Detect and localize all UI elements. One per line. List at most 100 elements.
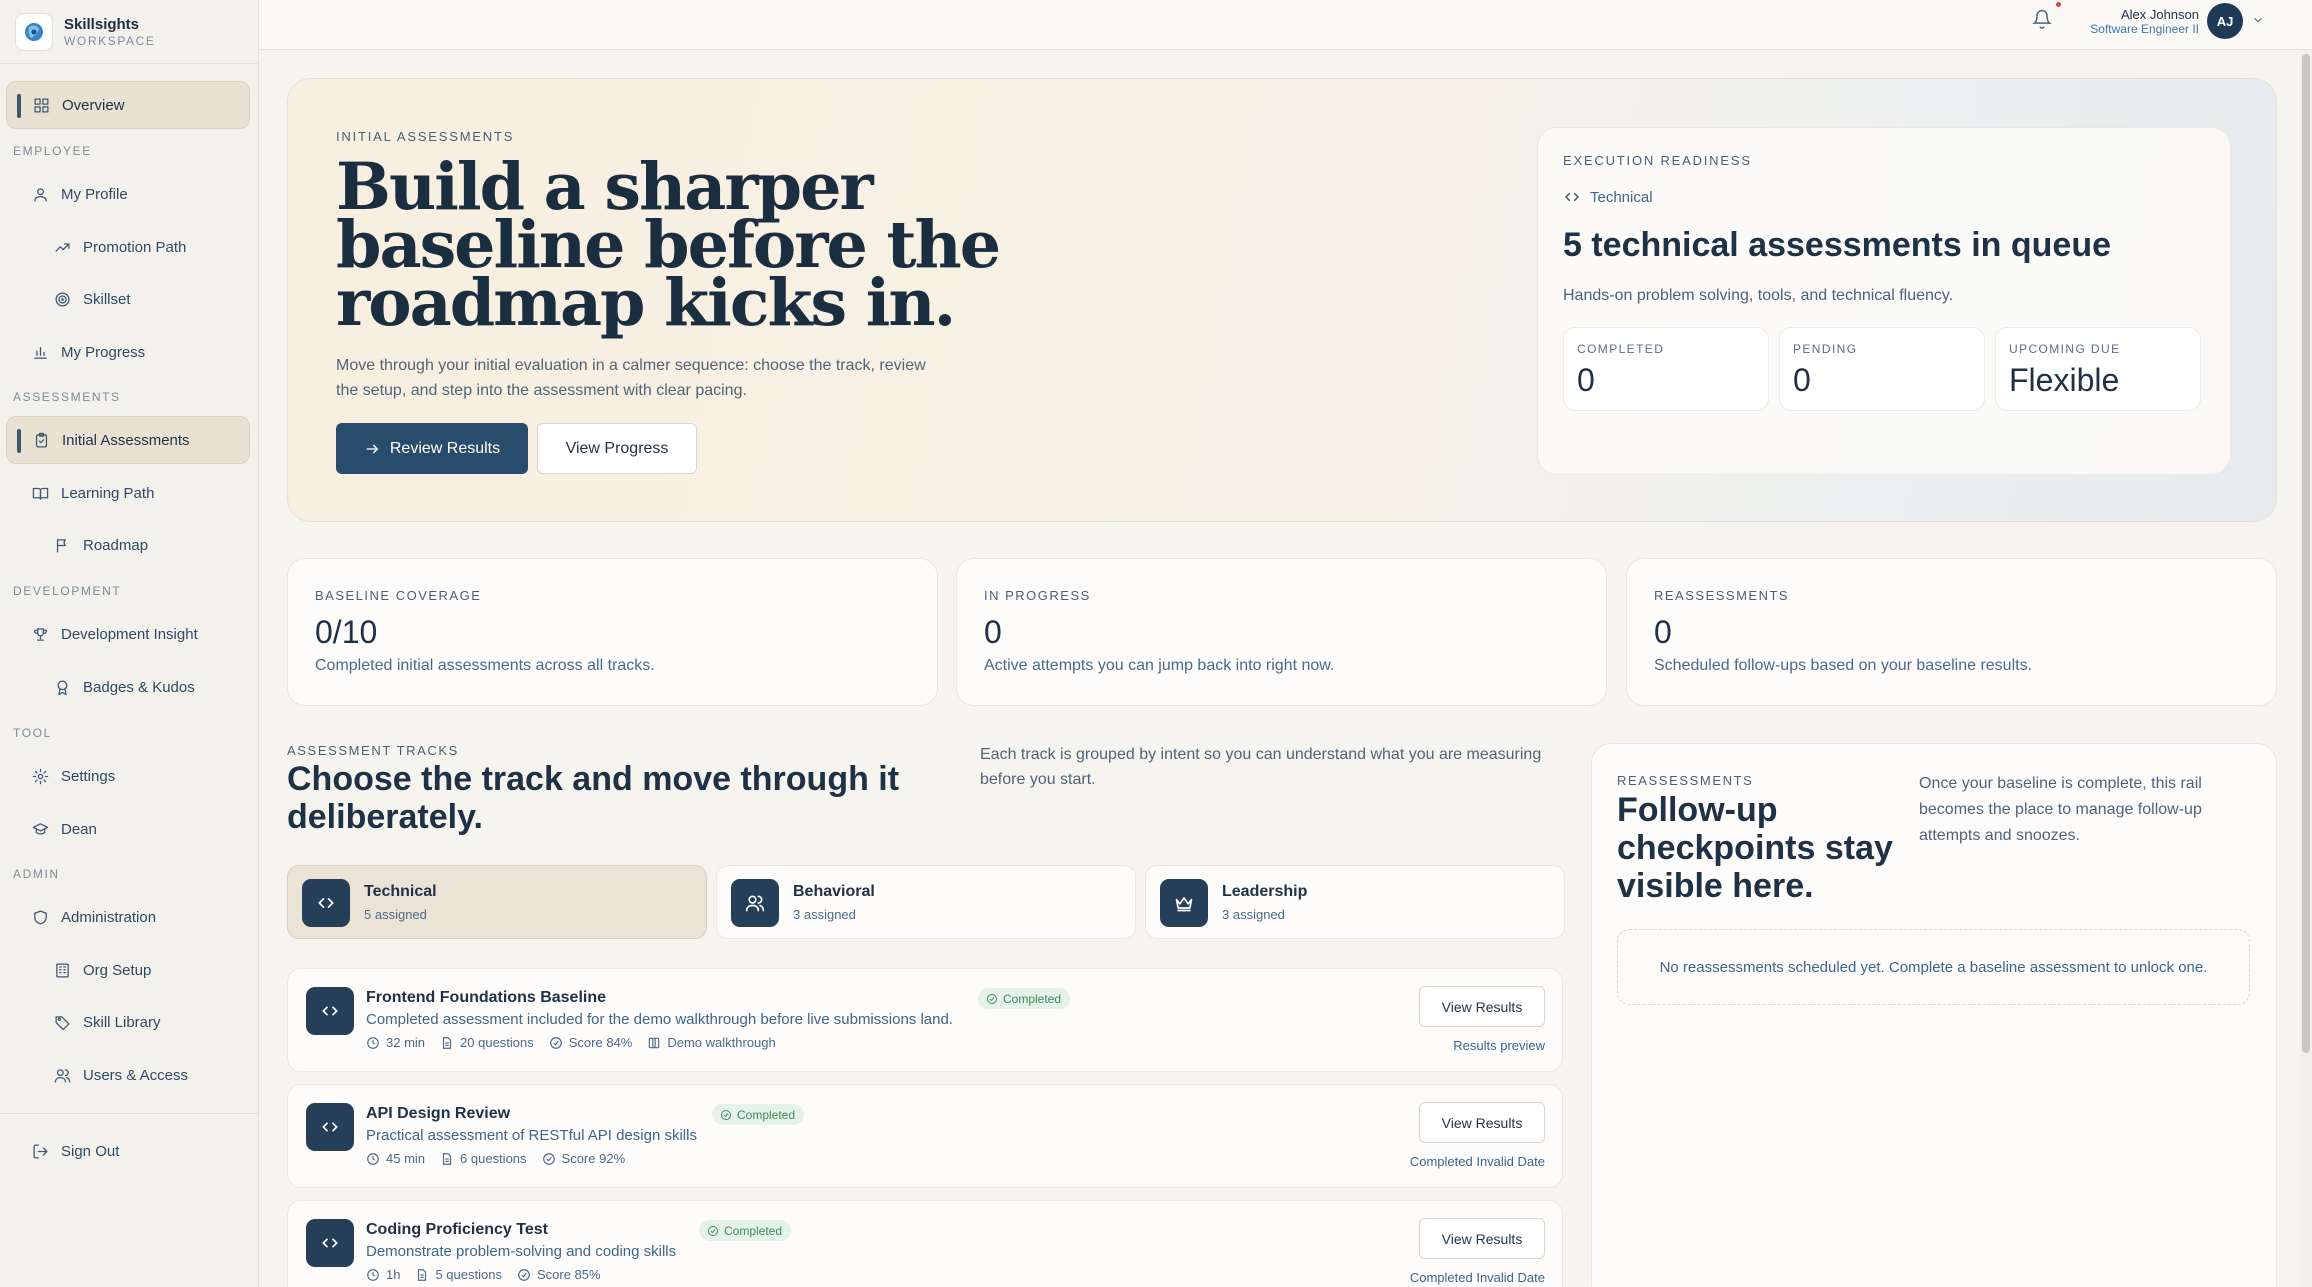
assessment-card: Frontend Foundations Baseline Completed … <box>287 968 1563 1072</box>
score: Score 92% <box>561 1151 626 1166</box>
stat-label: BASELINE COVERAGE <box>315 588 482 603</box>
nav-my-profile[interactable]: My Profile <box>32 172 128 216</box>
review-results-button[interactable]: Review Results <box>336 423 528 474</box>
chevron-down-icon <box>2254 17 2262 23</box>
page-title: Build a sharper baseline before the road… <box>336 149 1001 341</box>
stat-value: 0 <box>984 614 1002 650</box>
nav-roadmap[interactable]: Roadmap <box>54 523 148 567</box>
assessment-meta: 45 min 6 questions Score 92% <box>366 1151 640 1166</box>
baseline-coverage-card: BASELINE COVERAGE 0/10 Completed initial… <box>287 558 938 706</box>
brand[interactable]: Skillsights WORKSPACE <box>0 0 258 64</box>
sidebar-divider <box>0 1113 259 1114</box>
tab-technical[interactable]: Technical 5 assigned <box>287 865 707 939</box>
flag-icon <box>56 538 66 553</box>
view-results-button[interactable]: View Results <box>1419 986 1545 1027</box>
in-progress-card: IN PROGRESS 0 Active attempts you can ju… <box>956 558 1607 706</box>
nav-my-progress-label: My Progress <box>61 343 146 361</box>
nav-skillset[interactable]: Skillset <box>54 277 131 321</box>
rail-empty-state: No reassessments scheduled yet. Complete… <box>1617 929 2250 1005</box>
upcoming-due-value: Flexible <box>2009 362 2120 398</box>
nav-skill-library[interactable]: Skill Library <box>54 1000 161 1044</box>
nav-dean-label: Dean <box>61 820 97 838</box>
nav-overview[interactable]: Overview <box>6 81 250 129</box>
nav-administration[interactable]: Administration <box>32 895 156 939</box>
target-icon <box>55 291 70 307</box>
scrollbar-thumb[interactable] <box>2302 54 2310 1053</box>
view-results-button[interactable]: View Results <box>1419 1218 1545 1259</box>
tracks-title: Choose the track and move through it del… <box>287 760 900 836</box>
book-open-icon <box>32 487 49 500</box>
nav-initial-assessments-label: Initial Assessments <box>62 431 190 449</box>
file-icon <box>442 1152 452 1165</box>
completed-stat: COMPLETED 0 <box>1563 327 1769 411</box>
assessment-note: Results preview <box>1453 1038 1545 1053</box>
stat-label: REASSESSMENTS <box>1654 588 1790 603</box>
avatar[interactable]: AJ <box>2207 3 2243 39</box>
view-results-button[interactable]: View Results <box>1419 1102 1545 1143</box>
nav-initial-assessments[interactable]: Initial Assessments <box>6 416 250 464</box>
nav-dean[interactable]: Dean <box>32 807 97 851</box>
readiness-title: 5 technical assessments in queue <box>1563 226 2112 264</box>
nav-skillset-label: Skillset <box>83 290 131 308</box>
grid-icon <box>34 97 49 113</box>
nav-my-progress[interactable]: My Progress <box>32 330 145 374</box>
tag-icon <box>55 1015 70 1030</box>
shield-icon <box>34 909 47 925</box>
tab-leadership[interactable]: Leadership 3 assigned <box>1145 865 1565 939</box>
nav-badges-kudos[interactable]: Badges & Kudos <box>54 665 195 709</box>
bell-icon <box>2032 9 2052 29</box>
readiness-track-label: Technical <box>1590 188 1653 206</box>
log-out-icon <box>33 1143 48 1159</box>
status-badge-label: Completed <box>724 1223 783 1238</box>
code-icon <box>306 1219 354 1267</box>
tab-count: 5 assigned <box>364 907 427 922</box>
duration: 1h <box>386 1267 401 1282</box>
nav-development-insight[interactable]: Development Insight <box>32 612 198 656</box>
code-icon <box>1564 192 1580 202</box>
stat-label: IN PROGRESS <box>984 588 1091 603</box>
assessment-meta: 32 min 20 questions Score 84% Demo walkt… <box>366 1035 791 1050</box>
user-menu-button[interactable] <box>2251 13 2265 32</box>
gear-icon <box>32 768 49 784</box>
nav-learning-path[interactable]: Learning Path <box>32 471 154 515</box>
user-name[interactable]: Alex Johnson <box>2121 7 2199 22</box>
stat-description: Completed initial assessments across all… <box>315 657 655 674</box>
tab-behavioral[interactable]: Behavioral 3 assigned <box>716 865 1136 939</box>
assessment-note: Completed Invalid Date <box>1409 1270 1545 1285</box>
rail-description: Once your baseline is complete, this rai… <box>1919 775 2202 844</box>
nav-promotion-path[interactable]: Promotion Path <box>54 225 186 269</box>
stat-value: 0 <box>1654 614 1672 650</box>
assessment-description: Practical assessment of RESTful API desi… <box>366 1127 697 1144</box>
assessment-name: Coding Proficiency Test <box>366 1221 548 1238</box>
pending-stat: PENDING 0 <box>1779 327 1985 411</box>
question-count: 5 questions <box>435 1267 502 1282</box>
building-icon <box>56 962 69 978</box>
notifications-button[interactable] <box>2032 9 2054 31</box>
assessment-description: Demonstrate problem-solving and coding s… <box>366 1243 677 1260</box>
sidebar: Skillsights WORKSPACE Overview EMPLOYEE … <box>0 0 259 1287</box>
stat-value: 0/10 <box>315 614 378 650</box>
nav-administration-label: Administration <box>61 908 157 926</box>
file-icon <box>442 1036 452 1049</box>
section-development: DEVELOPMENT <box>13 584 122 598</box>
tab-name: Behavioral <box>793 883 875 900</box>
code-icon <box>306 1103 354 1151</box>
execution-readiness-card: EXECUTION READINESS Technical 5 technica… <box>1537 127 2231 475</box>
nav-users-access[interactable]: Users & Access <box>54 1053 188 1097</box>
nav-settings[interactable]: Settings <box>32 754 115 798</box>
nav-org-setup[interactable]: Org Setup <box>54 948 151 992</box>
view-progress-button[interactable]: View Progress <box>537 423 697 474</box>
tab-name: Leadership <box>1222 883 1308 900</box>
status-badge-label: Completed <box>737 1107 796 1122</box>
hero-description: Move through your initial evaluation in … <box>336 357 926 399</box>
code-icon <box>306 987 354 1035</box>
clipboard-check-icon <box>35 432 48 448</box>
nav-sign-out[interactable]: Sign Out <box>32 1129 119 1173</box>
nav-users-access-label: Users & Access <box>83 1066 189 1084</box>
upcoming-due-stat: UPCOMING DUE Flexible <box>1995 327 2201 411</box>
duration: 45 min <box>386 1151 426 1166</box>
status-badge: Completed <box>712 1104 805 1125</box>
arrow-right-icon <box>366 444 379 453</box>
check-circle-icon <box>549 1036 562 1049</box>
section-admin: ADMIN <box>13 867 60 881</box>
